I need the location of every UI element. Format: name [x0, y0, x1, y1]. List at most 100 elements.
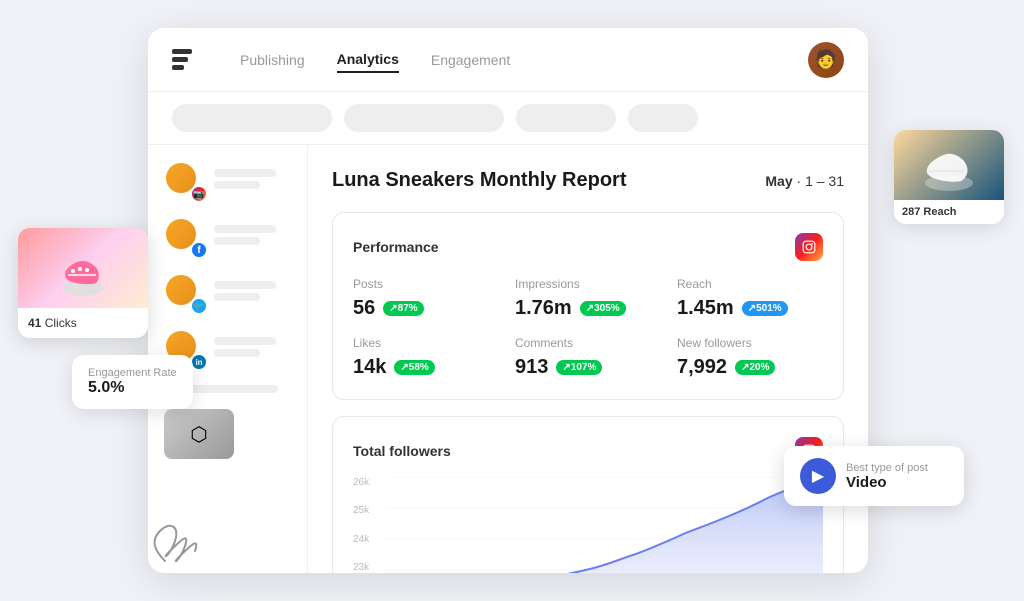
chart-svg [385, 477, 823, 573]
reach-card: 287 Reach [894, 130, 1004, 224]
chart-title: Total followers [353, 443, 451, 459]
doodle-scribble [145, 501, 225, 571]
avatar-stack-ig: 📷 [164, 161, 204, 201]
sidebar-thumbnail: ⬡ [164, 409, 234, 459]
filter-profile[interactable] [344, 104, 504, 132]
metric-reach-number: 1.45m [677, 297, 734, 320]
metric-impressions-value: 1.76m ↗305% [515, 297, 661, 320]
avatar-stack-tw: 🐦 [164, 273, 204, 313]
y-label-26k: 26k [353, 477, 383, 488]
main-report-content: Luna Sneakers Monthly Report May · 1 – 3… [308, 145, 868, 573]
followers-chart-card: Total followers 26k 25k 24k [332, 416, 844, 573]
filter-date[interactable] [172, 104, 332, 132]
metric-posts-value: 56 ↗87% [353, 297, 499, 320]
sidebar-text-tw [214, 281, 291, 305]
metric-posts-number: 56 [353, 297, 375, 320]
engagement-rate-card: Engagement Rate 5.0% [72, 355, 193, 409]
user-avatar[interactable]: 🧑 [808, 42, 844, 78]
sidebar-text-fb [214, 225, 291, 249]
metric-comments-number: 913 [515, 356, 548, 379]
filter-bar [148, 92, 868, 145]
metric-likes-value: 14k ↗58% [353, 356, 499, 379]
sidebar-line-6 [214, 293, 260, 301]
metric-likes-number: 14k [353, 356, 386, 379]
y-label-24k: 24k [353, 534, 383, 545]
instagram-icon [795, 233, 823, 261]
performance-card: Performance Posts 56 [332, 212, 844, 400]
metric-posts: Posts 56 ↗87% [353, 277, 499, 320]
metric-impressions: Impressions 1.76m ↗305% [515, 277, 661, 320]
sidebar-line-5 [214, 281, 276, 289]
metric-comments: Comments 913 ↗107% [515, 336, 661, 379]
metric-impressions-label: Impressions [515, 277, 661, 291]
sneaker-svg [58, 233, 108, 303]
sidebar-item-instagram[interactable]: 📷 [164, 161, 291, 201]
sidebar-line-8 [214, 349, 260, 357]
best-post-value: Video [846, 474, 928, 491]
metric-followers: New followers 7,992 ↗20% [677, 336, 823, 379]
best-post-icon: ▶ [800, 458, 836, 494]
report-date: May · 1 – 31 [765, 173, 844, 189]
clicks-count: 41 [28, 316, 41, 330]
metric-followers-value: 7,992 ↗20% [677, 356, 823, 379]
sidebar-line-4 [214, 237, 260, 245]
metric-reach-label: Reach [677, 277, 823, 291]
tab-publishing[interactable]: Publishing [240, 48, 305, 72]
chart-header: Total followers [353, 437, 823, 465]
performance-header: Performance [353, 233, 823, 261]
engagement-value: 5.0% [88, 379, 177, 397]
metric-posts-label: Posts [353, 277, 499, 291]
clicks-footer: 41 Clicks [18, 308, 148, 338]
reach-footer: 287 Reach [894, 200, 1004, 224]
ig-badge: 📷 [190, 185, 208, 203]
report-title: Luna Sneakers Monthly Report [332, 169, 627, 192]
performance-title: Performance [353, 239, 439, 255]
metric-comments-label: Comments [515, 336, 661, 350]
sidebar-line-3 [214, 225, 276, 233]
metric-comments-badge: ↗107% [556, 360, 602, 375]
metric-likes: Likes 14k ↗58% [353, 336, 499, 379]
sidebar-item-facebook[interactable]: f [164, 217, 291, 257]
reach-image [894, 130, 1004, 200]
sidebar-text-ig [214, 169, 291, 193]
sidebar-text-li [214, 337, 291, 361]
tw-badge: 🐦 [190, 297, 208, 315]
main-dashboard-card: Publishing Analytics Engagement 🧑 📷 [148, 28, 868, 573]
tab-engagement[interactable]: Engagement [431, 48, 510, 72]
engagement-label: Engagement Rate [88, 367, 177, 379]
y-label-25k: 25k [353, 505, 383, 516]
sidebar-line-2 [214, 181, 260, 189]
metric-impressions-badge: ↗305% [580, 301, 626, 316]
chart-area: 26k 25k 24k 23k 22k [353, 477, 823, 573]
metric-impressions-number: 1.76m [515, 297, 572, 320]
metric-reach-badge: ↗501% [742, 301, 788, 316]
metric-followers-label: New followers [677, 336, 823, 350]
fb-badge: f [190, 241, 208, 259]
metric-reach-value: 1.45m ↗501% [677, 297, 823, 320]
metric-reach: Reach 1.45m ↗501% [677, 277, 823, 320]
performance-grid: Posts 56 ↗87% Impressions 1.76m ↗305% [353, 277, 823, 379]
clicks-card: 41 Clicks [18, 228, 148, 338]
best-post-label: Best type of post [846, 462, 928, 474]
report-header: Luna Sneakers Monthly Report May · 1 – 3… [332, 169, 844, 192]
metric-likes-badge: ↗58% [394, 360, 434, 375]
metric-comments-value: 913 ↗107% [515, 356, 661, 379]
avatar-stack-fb: f [164, 217, 204, 257]
best-post-card: ▶ Best type of post Video [784, 446, 964, 506]
sidebar-item-twitter[interactable]: 🐦 [164, 273, 291, 313]
li-badge: in [190, 353, 208, 371]
sidebar-line-7 [214, 337, 276, 345]
metric-likes-label: Likes [353, 336, 499, 350]
metric-posts-badge: ↗87% [383, 301, 423, 316]
filter-extra[interactable] [628, 104, 698, 132]
metric-followers-badge: ↗20% [735, 360, 775, 375]
sidebar-line-1 [214, 169, 276, 177]
filter-type[interactable] [516, 104, 616, 132]
metric-followers-number: 7,992 [677, 356, 727, 379]
tab-analytics[interactable]: Analytics [337, 47, 399, 73]
clicks-label: Clicks [45, 316, 77, 330]
y-label-23k: 23k [353, 562, 383, 573]
reach-sneaker-svg [919, 135, 979, 195]
app-logo [172, 49, 192, 70]
clicks-image [18, 228, 148, 308]
